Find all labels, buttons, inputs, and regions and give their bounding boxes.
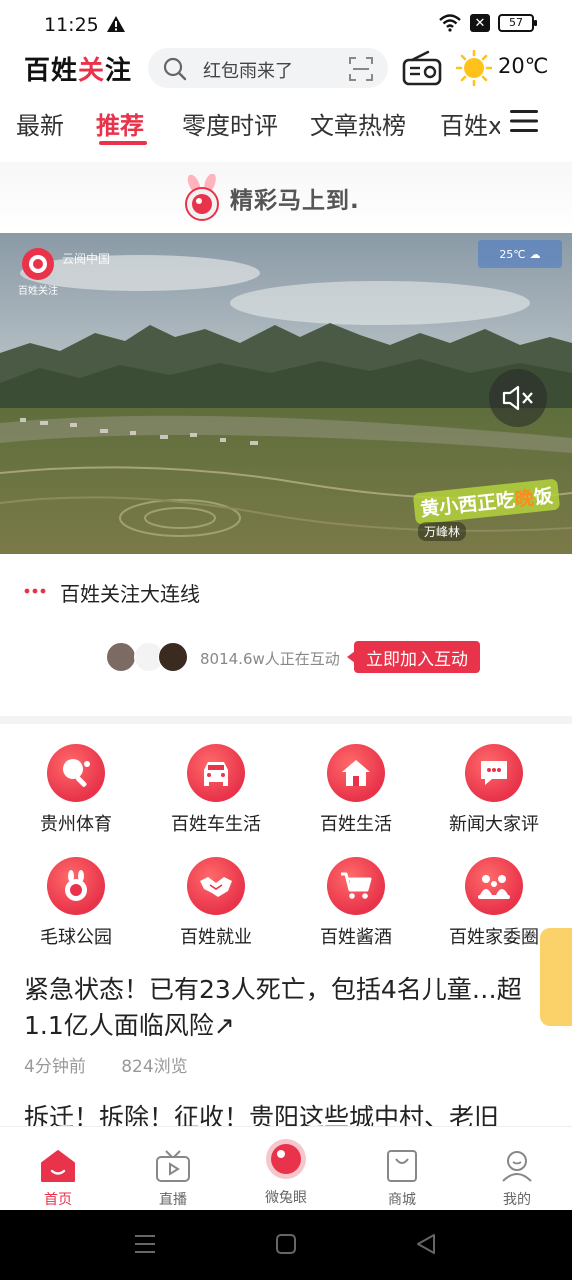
loading-banner: 精彩马上到.	[0, 162, 572, 232]
back-button-icon[interactable]	[416, 1234, 436, 1254]
video-logo-text: 百姓关注	[18, 286, 58, 297]
cart-icon	[341, 872, 372, 899]
video-weather-overlay: 25℃ ☁	[478, 240, 562, 268]
home-nav-icon	[41, 1150, 75, 1182]
live-title[interactable]: 百姓关注大连线	[60, 578, 200, 607]
weituyan-icon	[266, 1139, 306, 1179]
no-sim-icon: ✕	[470, 14, 490, 32]
home-icon	[342, 760, 370, 786]
mute-button[interactable]	[489, 369, 547, 427]
interaction-count: 8014.6w人正在互动	[200, 650, 340, 668]
nav-weituyan[interactable]: 微兔眼	[246, 1137, 326, 1207]
category-maoqiu-park[interactable]: 毛球公园	[6, 857, 146, 949]
warning-icon	[107, 16, 125, 32]
category-sauce-wine[interactable]: 百姓酱酒	[286, 857, 426, 949]
news-headline[interactable]: 拆迁！拆除！征收！贵阳这些城中村、老旧	[24, 1098, 572, 1128]
nav-home[interactable]: 首页	[18, 1149, 98, 1209]
user-icon	[502, 1151, 532, 1182]
recent-apps-icon[interactable]	[134, 1234, 156, 1254]
category-news-review[interactable]: 新闻大家评	[424, 744, 564, 836]
news-meta: 4分钟前 824浏览	[24, 1052, 218, 1077]
avatar	[158, 642, 188, 672]
avatar	[106, 642, 136, 672]
news-views: 824浏览	[121, 1057, 188, 1077]
category-employment[interactable]: 百姓就业	[146, 857, 286, 949]
floating-side-tab[interactable]	[540, 928, 572, 1026]
temperature: 20℃	[498, 54, 549, 78]
category-life[interactable]: 百姓生活	[286, 744, 426, 836]
search-bar[interactable]: 红包雨来了	[148, 48, 388, 88]
tab-baixing[interactable]: 百姓x	[440, 106, 500, 141]
nav-mall[interactable]: 商城	[362, 1149, 442, 1209]
nav-profile[interactable]: 我的	[477, 1149, 557, 1209]
speaker-muted-icon	[502, 385, 533, 411]
category-guizhou-sports[interactable]: 贵州体育	[6, 744, 146, 836]
battery-icon: 57	[498, 14, 537, 32]
tab-hot-articles[interactable]: 文章热榜	[310, 106, 406, 141]
tab-latest[interactable]: 最新	[16, 106, 64, 141]
sun-icon	[456, 50, 492, 86]
tv-icon	[156, 1150, 190, 1182]
news-headline[interactable]: 紧急状态！已有23人死亡，包括4名儿童…超1.1亿人面临风险↗	[24, 972, 544, 1044]
category-tabs: 最新 推荐 零度时评 文章热榜 百姓x	[0, 100, 500, 150]
video-watermark: 云阅中国	[62, 252, 111, 266]
comment-icon	[481, 761, 507, 785]
scan-icon[interactable]	[348, 56, 374, 82]
join-interaction-button[interactable]: 立即加入互动	[354, 641, 480, 673]
banner-text: 精彩马上到.	[230, 188, 360, 214]
active-tab-indicator	[99, 141, 147, 145]
status-time: 11:25	[44, 14, 99, 36]
video-location-tag: 万峰林	[418, 522, 467, 541]
status-bar: 11:25 ✕ 57	[0, 0, 572, 48]
radio-icon[interactable]	[402, 50, 442, 88]
menu-icon[interactable]	[510, 108, 538, 134]
car-icon	[204, 762, 228, 786]
cloud-icon: ☁	[529, 247, 541, 261]
shopping-bag-icon	[387, 1150, 417, 1182]
section-divider	[0, 716, 572, 724]
more-dots-icon	[24, 588, 46, 594]
system-navigation-bar	[0, 1210, 572, 1280]
search-icon	[163, 57, 187, 81]
wifi-icon	[439, 14, 461, 32]
home-button-icon[interactable]	[276, 1234, 296, 1254]
pingpong-icon	[63, 759, 90, 787]
family-icon	[478, 875, 510, 899]
bottom-nav: 首页 直播 微兔眼 商城 我的	[0, 1126, 572, 1210]
rabbit-mascot-icon	[185, 174, 219, 221]
tab-recommended[interactable]: 推荐	[96, 106, 144, 141]
news-time: 4分钟前	[24, 1057, 86, 1077]
category-car-life[interactable]: 百姓车生活	[146, 744, 286, 836]
app-logo: 百姓关注	[24, 56, 133, 86]
tab-commentary[interactable]: 零度时评	[182, 106, 278, 141]
handshake-icon	[200, 877, 232, 897]
nav-live[interactable]: 直播	[133, 1149, 213, 1209]
search-placeholder: 红包雨来了	[203, 61, 293, 82]
rabbit-icon	[65, 870, 87, 901]
